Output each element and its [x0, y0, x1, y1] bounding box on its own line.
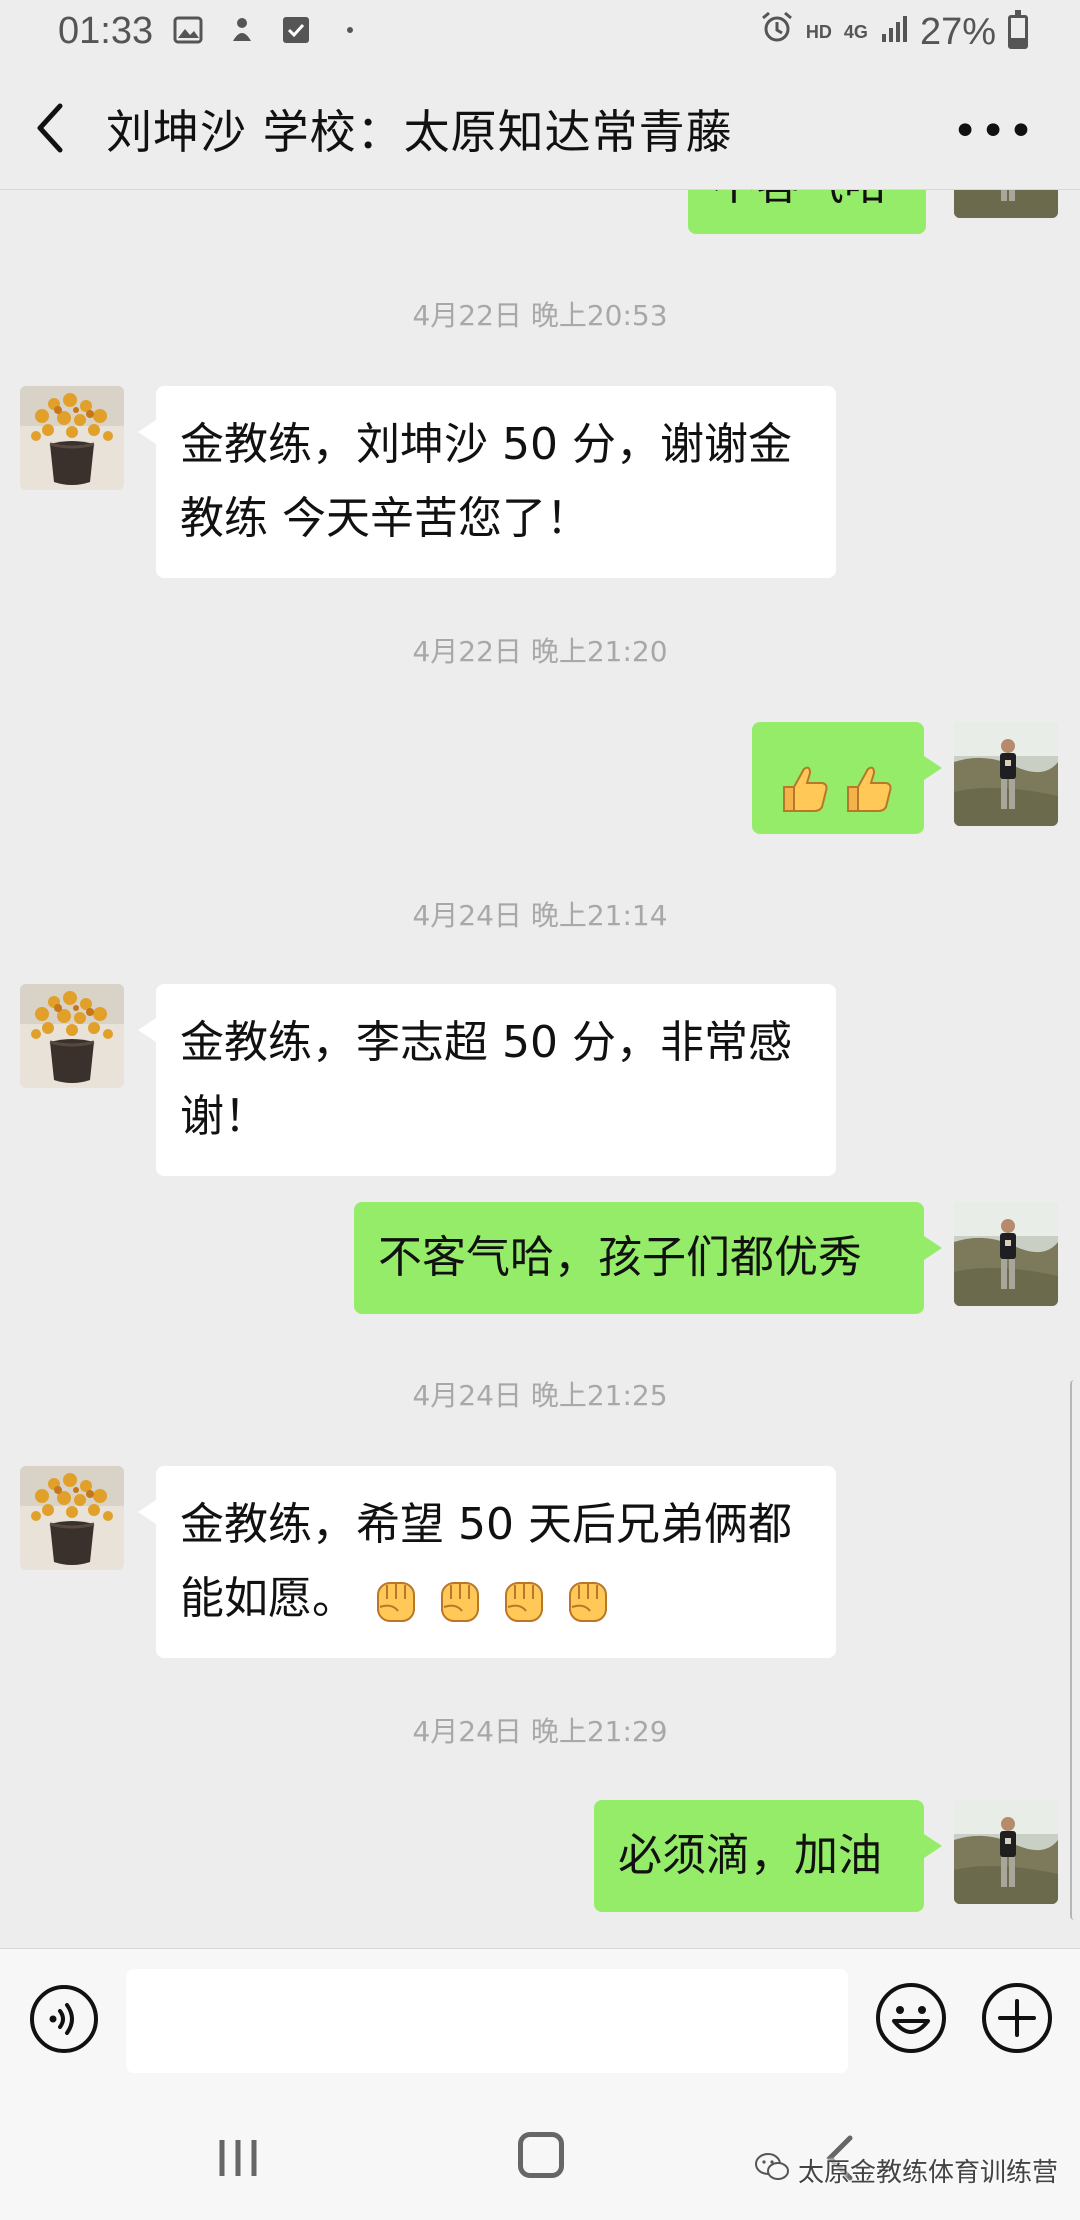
- message-input[interactable]: [126, 1969, 848, 2073]
- avatar[interactable]: [20, 386, 124, 490]
- chat-title: 刘坤沙 学校：太原知达常青藤: [106, 105, 733, 159]
- message-bubble-out[interactable]: 必须滴，加油: [594, 1800, 942, 1912]
- message-timestamp: 4月24日 晚上21:29: [412, 1715, 668, 1748]
- hd-indicator: HD: [805, 21, 832, 42]
- signal-icon: [880, 11, 908, 54]
- app-notification-icon: [226, 14, 258, 46]
- message-timestamp: 4月24日 晚上21:25: [412, 1379, 668, 1412]
- watermark: 太原金教练体育训练营: [754, 2152, 1058, 2189]
- chat-header: 刘坤沙 学校：太原知达常青藤 •••: [0, 66, 1080, 190]
- raised-fist-icon: [496, 1573, 552, 1629]
- message-text: 能如愿。: [180, 1573, 356, 1624]
- avatar[interactable]: [20, 984, 124, 1088]
- message-text-line: 金教练，刘坤沙 50 分，谢谢金: [180, 419, 792, 470]
- thumbs-up-icon: [840, 761, 896, 817]
- thumbs-up-icon: [776, 761, 832, 817]
- gallery-icon: [172, 14, 204, 46]
- battery-icon: [1008, 10, 1028, 49]
- plus-icon[interactable]: [980, 1981, 1054, 2055]
- message-bubble-out[interactable]: [752, 722, 942, 834]
- more-dots-icon[interactable]: •••: [952, 106, 1036, 157]
- avatar[interactable]: [954, 1800, 1058, 1904]
- status-notification-icons: [172, 14, 366, 46]
- status-time: 01:33: [58, 10, 154, 52]
- message-timestamp: 4月22日 晚上21:20: [412, 635, 668, 668]
- scrollbar[interactable]: [1070, 1380, 1078, 1920]
- avatar[interactable]: [20, 1466, 124, 1570]
- checkbox-notification-icon: [280, 14, 312, 46]
- avatar[interactable]: [954, 722, 1058, 826]
- message-text-line: 金教练，李志超 50 分，非常感: [180, 1017, 792, 1068]
- message-timestamp: 4月22日 晚上20:53: [412, 299, 668, 332]
- message-bubble-in[interactable]: 金教练，李志超 50 分，非常感 谢！: [138, 984, 836, 1176]
- message-text-line-with-emoji: 能如愿。: [180, 1562, 812, 1636]
- watermark-text: 太原金教练体育训练营: [797, 2158, 1058, 2188]
- message-bubble-out[interactable]: 不客气哈: [688, 190, 926, 234]
- status-right: HD 4G 27%: [760, 10, 1028, 54]
- raised-fist-icon: [368, 1573, 424, 1629]
- wechat-logo-icon: [754, 2152, 790, 2189]
- input-bar: [0, 1948, 1080, 2088]
- home-icon[interactable]: [518, 2132, 564, 2178]
- message-bubble-out[interactable]: 不客气哈，孩子们都优秀: [354, 1202, 942, 1314]
- raised-fist-icon: [560, 1573, 616, 1629]
- status-bar: 01:33 HD 4G 27%: [0, 0, 1080, 66]
- avatar[interactable]: [954, 190, 1058, 218]
- message-bubble-in[interactable]: 金教练，希望 50 天后兄弟俩都 能如愿。: [138, 1466, 836, 1658]
- system-nav-bar: 太原金教练体育训练营: [0, 2088, 1080, 2220]
- network-indicator: 4G: [843, 21, 868, 42]
- emoji-face-icon[interactable]: [874, 1981, 948, 2055]
- message-text: 不客气哈: [712, 190, 888, 210]
- message-text-line: 教练 今天辛苦您了！: [180, 493, 590, 544]
- message-timestamp: 4月24日 晚上21:14: [412, 899, 668, 932]
- chevron-left-icon[interactable]: [30, 100, 74, 156]
- voice-icon[interactable]: [28, 1983, 100, 2055]
- message-list[interactable]: 不客气哈 4月22日 晚上20:53 金教练，刘坤沙 50 分，谢谢金 教练 今…: [0, 190, 1080, 1948]
- raised-fist-icon: [432, 1573, 488, 1629]
- message-text: 不客气哈，孩子们都优秀: [378, 1232, 862, 1283]
- dot-icon: [334, 14, 366, 46]
- avatar[interactable]: [954, 1202, 1058, 1306]
- message-bubble-in[interactable]: 金教练，刘坤沙 50 分，谢谢金 教练 今天辛苦您了！: [138, 386, 836, 578]
- message-text-line: 金教练，希望 50 天后兄弟俩都: [180, 1499, 792, 1550]
- alarm-icon: [760, 10, 794, 54]
- message-text-line: 谢！: [180, 1091, 268, 1142]
- recent-apps-icon[interactable]: [216, 2138, 260, 2178]
- message-text: 必须滴，加油: [618, 1830, 882, 1881]
- battery-percent: 27%: [919, 10, 996, 53]
